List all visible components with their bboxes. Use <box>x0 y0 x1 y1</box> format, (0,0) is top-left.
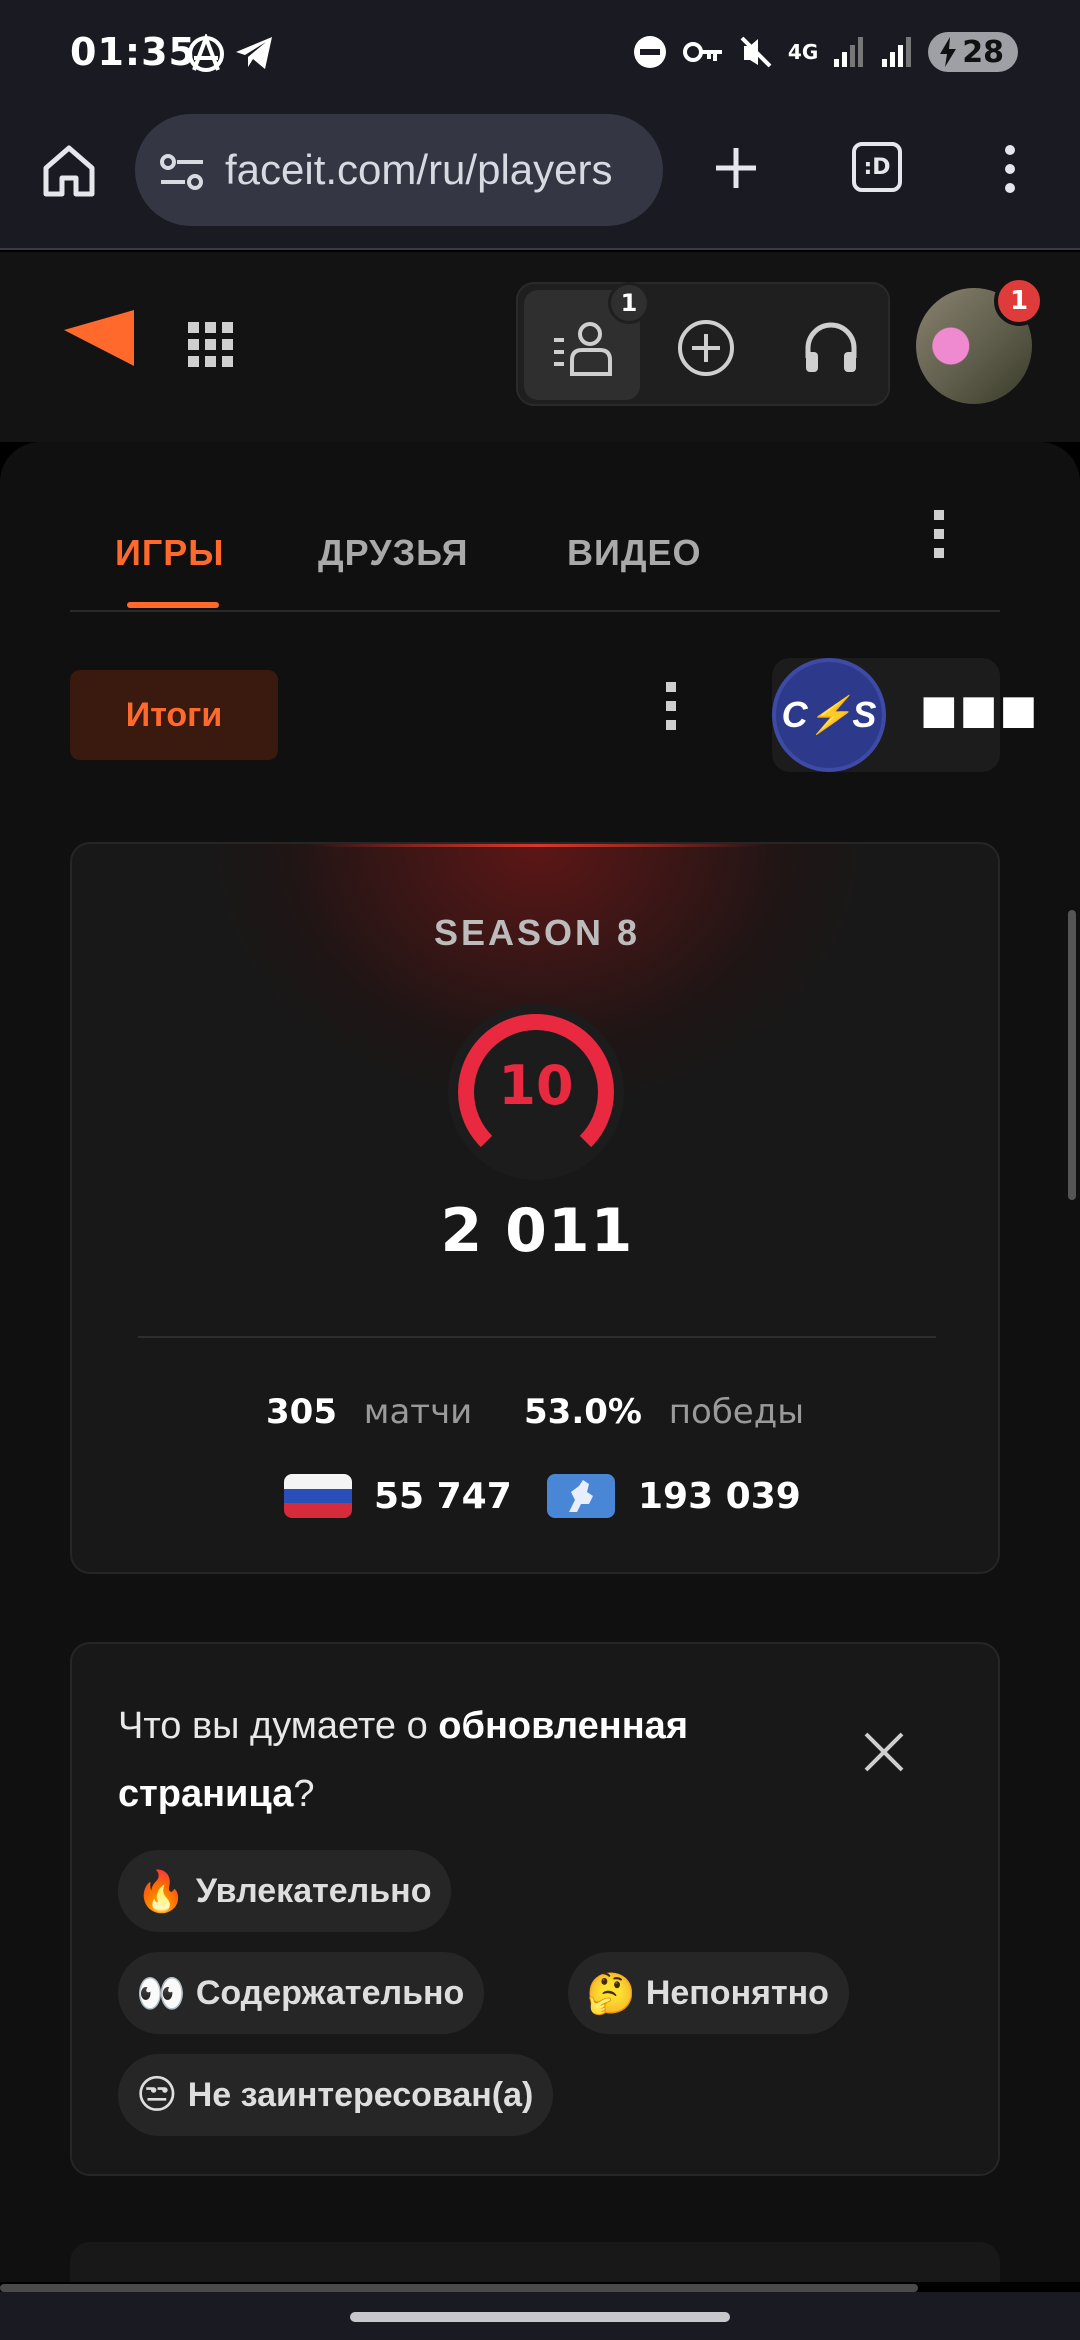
notification-badge: 1 <box>994 276 1044 326</box>
network-type: 4G <box>787 40 819 64</box>
feedback-option-unclear[interactable]: 🤔 Непонятно <box>568 1952 849 2034</box>
option-label: Не заинтересован(а) <box>187 2075 534 2114</box>
matches-label: матчи <box>363 1392 473 1432</box>
winrate-label: победы <box>668 1392 805 1432</box>
feedback-card: Что вы думаете о обновленная страница? 🔥… <box>70 1642 1000 2176</box>
region-rank: 193 039 <box>638 1476 801 1517</box>
header-actions: 1 <box>516 282 890 406</box>
card-accent-line <box>312 844 762 847</box>
status-icons: 4G 28 <box>632 30 1018 74</box>
browser-toolbar: faceit.com/ru/players :D <box>0 110 1080 250</box>
apps-grid-icon[interactable] <box>188 322 234 368</box>
question-suffix: ? <box>293 1773 315 1815</box>
tab-games[interactable]: ИГРЫ <box>115 532 225 574</box>
status-bar: 01:35 4G 28 <box>0 0 1080 110</box>
telegram-icon <box>236 37 272 69</box>
horizontal-scrollbar[interactable] <box>0 2284 918 2292</box>
season-title: SEASON 8 <box>433 912 641 953</box>
anarchy-icon <box>188 34 224 72</box>
cs2-logo: C⚡S <box>772 658 886 772</box>
active-tab-indicator <box>127 602 219 608</box>
option-label: Содержательно <box>195 1973 465 2012</box>
feedback-option-exciting[interactable]: 🔥 Увлекательно <box>118 1850 452 1932</box>
matches-stat: 305 матчи <box>266 1392 472 1432</box>
divider <box>138 1336 936 1338</box>
thinking-icon: 🤔 <box>586 1970 636 2017</box>
signal-icon-1 <box>834 37 864 67</box>
tab-friends[interactable]: ДРУЗЬЯ <box>318 532 469 574</box>
eyes-icon: 👀 <box>136 1970 186 2017</box>
create-icon[interactable] <box>676 318 736 378</box>
key-icon <box>682 42 722 62</box>
season-stats-card: SEASON 8 10 2 011 305 матчи 53.0% победы… <box>70 842 1000 1574</box>
status-time: 01:35 <box>70 30 196 74</box>
question-prefix: Что вы думаете о <box>118 1705 439 1747</box>
close-icon[interactable] <box>862 1730 906 1774</box>
browser-menu-icon[interactable] <box>1002 144 1018 194</box>
feedback-question: Что вы думаете о обновленная страница? <box>118 1692 818 1828</box>
option-label: Увлекательно <box>195 1871 432 1910</box>
url-text: faceit.com/ru/players <box>225 146 613 193</box>
feedback-option-informative[interactable]: 👀 Содержательно <box>118 1952 485 2034</box>
country-rank: 55 747 <box>374 1476 512 1517</box>
summary-button[interactable]: Итоги <box>70 670 278 760</box>
mute-icon <box>740 36 772 68</box>
winrate-stat: 53.0% победы <box>524 1392 804 1432</box>
site-header: 1 1 <box>0 252 1080 442</box>
matches-value: 305 <box>266 1392 337 1432</box>
game-more-icon[interactable]: ■■■ <box>920 690 1039 730</box>
faceit-logo-icon[interactable] <box>64 310 136 368</box>
elo-value: 2 011 <box>440 1196 634 1266</box>
fire-icon: 🔥 <box>136 1868 186 1915</box>
charging-icon <box>940 37 957 67</box>
friends-icon <box>554 322 612 376</box>
battery-level: 28 <box>962 34 1004 70</box>
next-card <box>70 2242 1000 2282</box>
site-settings-icon[interactable] <box>159 152 205 192</box>
russia-flag-icon <box>284 1474 352 1518</box>
main-panel: ИГРЫ ДРУЗЬЯ ВИДЕО Итоги C⚡S ■■■ SEASON 8… <box>0 442 1080 2282</box>
winrate-value: 53.0% <box>524 1392 642 1432</box>
address-bar[interactable]: faceit.com/ru/players <box>135 114 663 226</box>
profile-tabs: ИГРЫ ДРУЗЬЯ ВИДЕО <box>70 532 1000 612</box>
tabs-more-icon[interactable] <box>932 510 946 558</box>
vertical-scrollbar[interactable] <box>1068 910 1076 1200</box>
tab-video[interactable]: ВИДЕО <box>567 532 702 574</box>
tab-switcher-button[interactable]: :D <box>852 142 902 192</box>
skill-level: 10 <box>498 1054 574 1117</box>
game-selector[interactable]: C⚡S ■■■ <box>772 658 1037 772</box>
system-nav-bar <box>0 2292 1080 2340</box>
option-label: Непонятно <box>645 1973 829 2012</box>
unamused-icon: 😒 <box>136 2072 178 2118</box>
europe-region-icon <box>547 1474 615 1518</box>
summary-more-icon[interactable] <box>664 682 678 730</box>
home-icon[interactable] <box>40 142 98 200</box>
feedback-option-not-interested[interactable]: 😒 Не заинтересован(а) <box>118 2054 554 2136</box>
new-tab-icon[interactable] <box>712 144 760 192</box>
friends-badge: 1 <box>608 282 650 324</box>
battery-indicator: 28 <box>928 32 1018 72</box>
friends-button[interactable]: 1 <box>524 282 650 400</box>
dnd-icon <box>633 36 666 68</box>
gesture-handle[interactable] <box>350 2312 730 2322</box>
support-headset-icon[interactable] <box>802 318 860 376</box>
signal-icon-2 <box>882 37 912 67</box>
